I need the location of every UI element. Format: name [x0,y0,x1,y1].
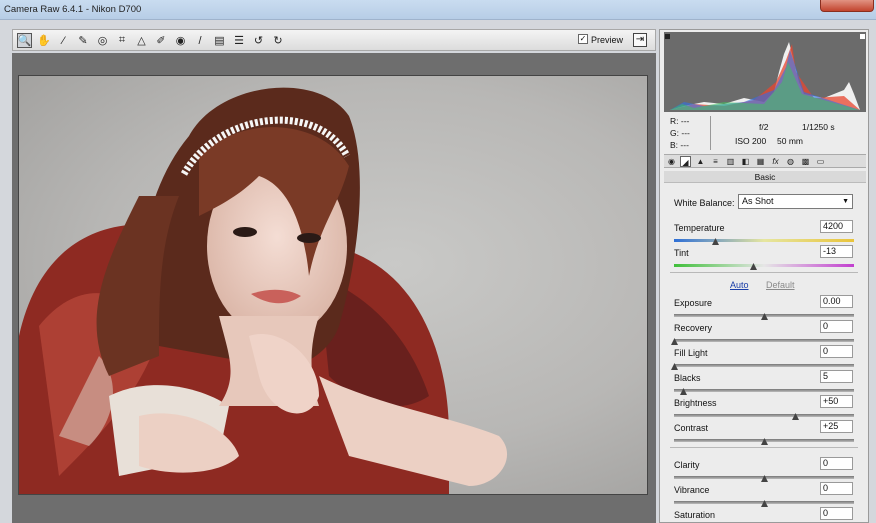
red-eye-tool-icon[interactable]: ◉ [173,33,188,48]
targeted-adjustment-tool-icon[interactable]: ◎ [95,33,110,48]
slider-label: Recovery [674,323,713,333]
slider-value-field[interactable]: 0 [820,457,853,470]
slider-label: Fill Light [674,348,708,358]
aperture-value: f/2 [759,122,769,132]
hand-tool-icon[interactable]: ✋ [37,33,52,48]
g-label: G: [670,128,679,138]
portrait-photo [19,87,508,494]
histogram [664,32,866,112]
slider-label: Contrast [674,423,709,433]
slider-value-field[interactable]: 0 [820,482,853,495]
iso-value: ISO 200 [735,136,767,146]
slider-label: Exposure [674,298,713,308]
slider-track[interactable] [674,339,854,342]
tab-lens-icon[interactable]: ◧ [740,156,751,167]
slider-value-field[interactable]: 0 [820,345,853,358]
crop-tool-icon[interactable]: ⌗ [115,33,130,48]
slider-thumb[interactable] [712,238,720,245]
adjustment-brush-icon[interactable]: / [193,33,208,48]
slider-value-field[interactable]: -13 [820,245,853,258]
preferences-icon[interactable]: ☰ [232,33,247,48]
white-balance-value: As Shot [742,196,774,206]
slider-value-field[interactable]: +50 [820,395,853,408]
slider-label: Brightness [674,398,717,408]
zoom-tool-icon[interactable]: 🔍 [17,33,32,48]
slider-value-field[interactable]: 0.00 [820,295,853,308]
slider-thumb[interactable] [761,313,768,320]
straighten-tool-icon[interactable]: △ [134,33,149,48]
color-sampler-tool-icon[interactable]: ✎ [76,33,91,48]
tab-fx-icon[interactable]: fx [770,156,781,167]
slider-track[interactable] [674,364,854,367]
focal-length-value: 50 mm [777,136,803,146]
slider-label: Tint [674,248,689,258]
rotate-ccw-icon[interactable]: ↺ [251,33,266,48]
tab-effects-icon[interactable]: ▦ [755,156,766,167]
slider-label: Temperature [674,223,725,233]
tab-camera-calibration-icon[interactable]: ◍ [785,156,796,167]
slider-label: Clarity [674,460,700,470]
slider-label: Saturation [674,510,716,520]
slider-label: Blacks [674,373,701,383]
r-value: --- [680,116,690,126]
tab-presets-icon[interactable]: ▩ [800,156,811,167]
tab-detail-icon[interactable]: ▲ [695,156,706,167]
toggle-fullscreen-icon[interactable]: ⇥ [633,33,647,47]
slider-thumb[interactable] [671,338,678,345]
preview-checkbox[interactable]: ✓ [578,34,588,44]
slider-thumb[interactable] [761,475,768,482]
slider-value-field[interactable]: 0 [820,320,853,333]
toolbar: 🔍 ✋ ⁄ ✎ ◎ ⌗ △ ✐ ◉ / ▤ ☰ ↺ ↻ ✓ Preview ⇥ [12,29,656,51]
section-title: Basic [664,171,866,183]
preview-label: Preview [591,35,624,45]
tab-snapshots-icon[interactable]: ▭ [815,156,826,167]
b-value: --- [680,140,689,150]
spot-removal-tool-icon[interactable]: ✐ [154,33,169,48]
slider-thumb[interactable] [761,500,768,507]
slider-thumb[interactable] [680,388,687,395]
slider-value-field[interactable]: 4200 [820,220,853,233]
chevron-down-icon: ▼ [842,198,849,205]
default-link[interactable]: Default [766,280,795,290]
window-close-button[interactable] [820,0,874,12]
graduated-filter-icon[interactable]: ▤ [212,33,227,48]
camera-raw-dialog: 🔍 ✋ ⁄ ✎ ◎ ⌗ △ ✐ ◉ / ▤ ☰ ↺ ↻ ✓ Preview ⇥ [0,20,876,523]
slider-thumb[interactable] [791,413,799,420]
b-label: B: [670,140,679,150]
slider-value-field[interactable]: 0 [820,507,853,520]
shutter-value: 1/1250 s [802,122,835,132]
pixel-readout: R: --- G: --- B: --- f/2 1/1250 s ISO 20… [664,116,866,154]
white-balance-select[interactable]: As Shot ▼ [738,194,853,209]
rotate-cw-icon[interactable]: ↻ [271,33,286,48]
window-title-bar: Camera Raw 6.4.1 - Nikon D700 [0,0,876,20]
slider-track[interactable] [674,239,854,242]
g-value: --- [681,128,690,138]
r-label: R: [670,116,679,126]
slider-thumb[interactable] [761,438,768,445]
slider-track[interactable] [674,414,854,417]
window-title: Camera Raw 6.4.1 - Nikon D700 [4,4,142,15]
image-preview-area [12,53,656,523]
divider [670,272,858,273]
tab-basic-icon[interactable]: ◉ [666,156,677,167]
tab-split-toning-icon[interactable]: ▥ [725,156,736,167]
slider-thumb[interactable] [671,363,678,370]
slider-track[interactable] [674,264,854,267]
auto-link[interactable]: Auto [730,280,749,290]
panel-tabs: ◉ ◢ ▲ ≡ ▥ ◧ ▦ fx ◍ ▩ ▭ [664,154,866,168]
slider-value-field[interactable]: 5 [820,370,853,383]
slider-thumb[interactable] [750,263,758,270]
white-balance-label: White Balance: [674,198,735,208]
white-balance-tool-icon[interactable]: ⁄ [56,33,71,48]
slider-label: Vibrance [674,485,710,495]
adjustments-panel: R: --- G: --- B: --- f/2 1/1250 s ISO 20… [659,29,869,523]
slider-value-field[interactable]: +25 [820,420,853,433]
tab-hsl-icon[interactable]: ≡ [710,156,721,167]
photo-preview[interactable] [18,75,648,495]
divider [670,447,858,448]
slider-track[interactable] [674,389,854,392]
tab-tone-curve-icon[interactable]: ◢ [680,156,691,167]
